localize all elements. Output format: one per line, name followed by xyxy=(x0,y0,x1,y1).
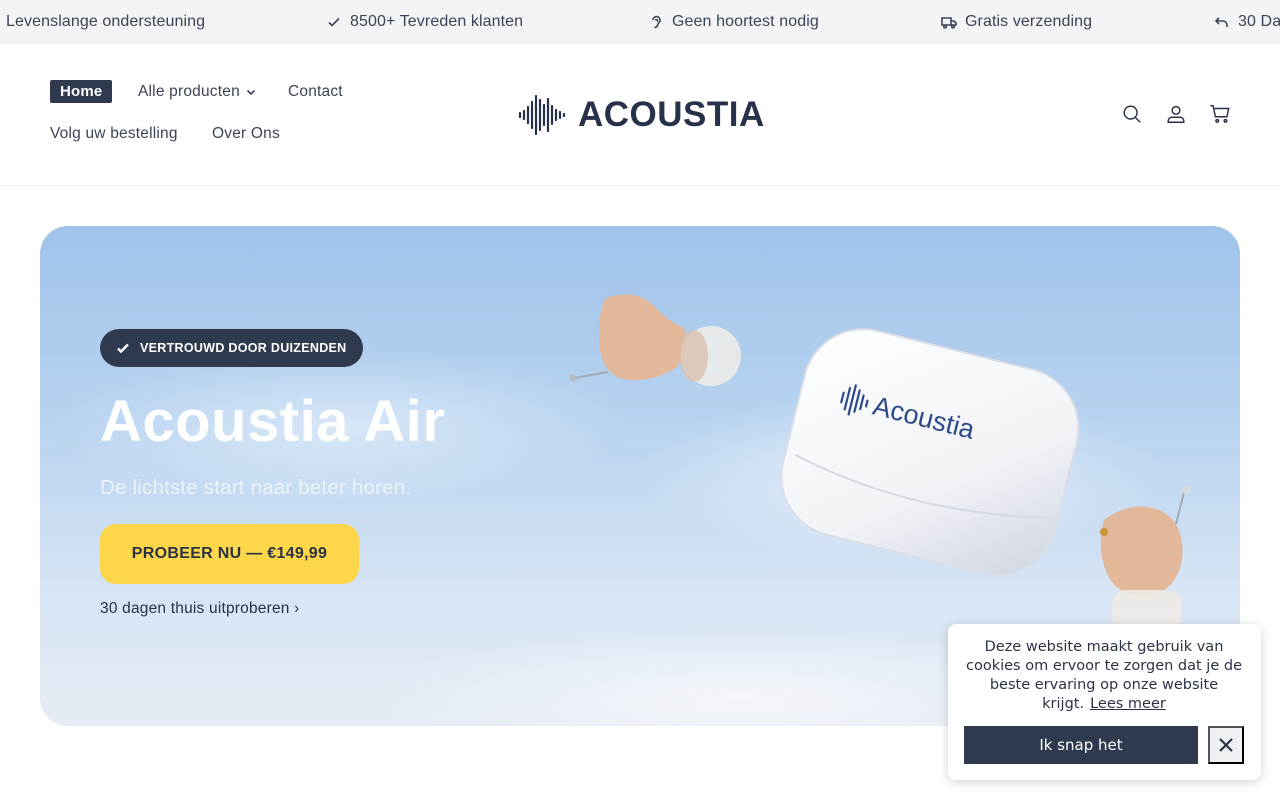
cookie-message-container: Deze website maakt gebruik van cookies o… xyxy=(962,638,1246,714)
ear-icon xyxy=(652,15,661,29)
search-icon xyxy=(1123,105,1141,123)
announcement-item: Geen hoortest nodig xyxy=(648,0,819,44)
close-icon xyxy=(1219,738,1233,752)
account-icon xyxy=(1167,105,1185,123)
trial-link[interactable]: 30 dagen thuis uitproberen › xyxy=(100,600,300,618)
logo-text: ACOUSTIA xyxy=(578,95,765,134)
charging-case-image: Acoustia xyxy=(780,328,1080,577)
nav-label: Volg uw bestelling xyxy=(50,125,178,142)
chevron-down-icon xyxy=(246,89,255,96)
site-logo[interactable]: ACOUSTIA xyxy=(518,94,765,136)
cookie-banner: Deze website maakt gebruik van cookies o… xyxy=(948,624,1261,780)
announcement-item: Gratis verzending xyxy=(941,0,1092,44)
announcement-item: 8500+ Tevreden klanten xyxy=(326,0,523,44)
nav-contact[interactable]: Contact xyxy=(288,83,343,101)
read-more-link[interactable]: Lees meer xyxy=(1090,696,1166,712)
hearing-aid-image xyxy=(569,294,741,386)
cart-button[interactable] xyxy=(1208,102,1232,126)
announcement-text: 30 Da xyxy=(1238,13,1280,30)
nav-home[interactable]: Home xyxy=(50,80,113,103)
hearing-aid-image xyxy=(1100,486,1190,630)
announcement-text: Geen hoortest nodig xyxy=(672,13,819,30)
announcement-bar: Levenslange ondersteuning 8500+ Tevreden… xyxy=(0,0,1280,44)
announcement-text: Levenslange ondersteuning xyxy=(6,13,206,30)
cart-icon xyxy=(1210,105,1230,123)
announcement-text: Gratis verzending xyxy=(965,13,1093,30)
nav-label: Home xyxy=(60,83,103,100)
hero-title: Acoustia Air xyxy=(100,389,446,454)
soundwave-logo-icon xyxy=(518,94,566,136)
nav-track-order[interactable]: Volg uw bestelling xyxy=(50,125,178,143)
cookie-close-button[interactable] xyxy=(1208,726,1244,764)
check-icon xyxy=(117,343,129,354)
account-button[interactable] xyxy=(1164,102,1188,126)
announcement-text: 8500+ Tevreden klanten xyxy=(350,13,524,30)
trust-badge: VERTROUWD DOOR DUIZENDEN xyxy=(100,329,363,367)
nav-label: Over Ons xyxy=(212,125,280,142)
badge-text: VERTROUWD DOOR DUIZENDEN xyxy=(140,341,347,355)
truck-icon xyxy=(941,17,957,29)
nav-all-products[interactable]: Alle producten xyxy=(138,83,256,101)
announcement-item: 30 Da xyxy=(1214,0,1280,44)
nav-label: Contact xyxy=(288,83,343,100)
try-now-button[interactable]: PROBEER NU — €149,99 xyxy=(100,524,359,584)
return-icon xyxy=(1214,17,1228,27)
nav-label: Alle producten xyxy=(138,83,240,100)
check-icon xyxy=(328,17,340,27)
hero-subtitle: De lichtste start naar beter horen. xyxy=(100,476,412,499)
nav-about[interactable]: Over Ons xyxy=(212,125,280,143)
cookie-accept-button[interactable]: Ik snap het xyxy=(964,726,1198,764)
site-header: Home Alle producten Contact Volg uw best… xyxy=(0,44,1280,186)
announcement-item: Levenslange ondersteuning xyxy=(6,0,205,44)
search-button[interactable] xyxy=(1120,102,1144,126)
